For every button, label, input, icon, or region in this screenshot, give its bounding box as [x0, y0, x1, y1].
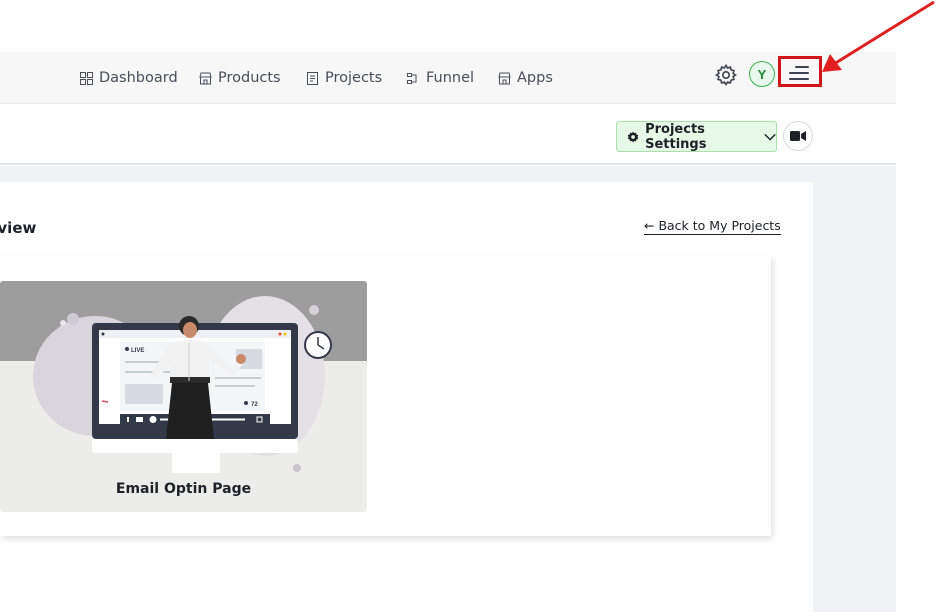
gear-icon[interactable] — [714, 63, 738, 87]
menu-toggle-button[interactable] — [778, 56, 822, 87]
live-label: LIVE — [131, 348, 144, 354]
chevron-down-icon — [764, 133, 776, 141]
menu-line-icon — [789, 72, 809, 74]
red-arrow-annotation — [822, 0, 935, 72]
nav-projects-label: Projects — [325, 70, 383, 86]
project-card[interactable]: LIVE 72 — [0, 281, 367, 512]
nav-apps[interactable]: Apps — [498, 52, 553, 104]
nav-apps-label: Apps — [517, 70, 553, 86]
project-thumbnail-illustration: LIVE 72 — [33, 296, 332, 473]
nav-products-label: Products — [218, 70, 281, 86]
gear-icon — [627, 130, 639, 143]
nav-dashboard[interactable]: Dashboard — [80, 52, 178, 104]
viewer-count: 72 — [251, 402, 258, 408]
store-icon — [199, 72, 212, 84]
document-icon — [307, 71, 318, 85]
nav-funnel-label: Funnel — [426, 70, 475, 86]
nav-products[interactable]: Products — [199, 52, 281, 104]
menu-line-icon — [789, 78, 809, 80]
page-title: rview — [0, 219, 37, 237]
user-avatar[interactable]: Y — [749, 61, 775, 87]
funnel-flow-icon — [407, 72, 417, 84]
store-icon — [498, 72, 511, 84]
video-camera-icon — [790, 131, 806, 141]
project-name[interactable]: Email Optin Page — [0, 481, 367, 497]
back-to-projects-link[interactable]: ← Back to My Projects — [644, 218, 781, 235]
menu-line-icon — [795, 66, 809, 68]
nav-funnel[interactable]: Funnel — [407, 52, 474, 104]
projects-settings-button[interactable]: Projects Settings — [616, 121, 777, 152]
projects-settings-label: Projects Settings — [645, 121, 707, 152]
app-page: Dashboard Products Projects Funnel Apps … — [0, 0, 936, 612]
dashboard-grid-icon — [80, 71, 93, 85]
video-button[interactable] — [783, 121, 813, 151]
nav-projects[interactable]: Projects — [306, 52, 382, 104]
nav-dashboard-label: Dashboard — [99, 70, 178, 86]
